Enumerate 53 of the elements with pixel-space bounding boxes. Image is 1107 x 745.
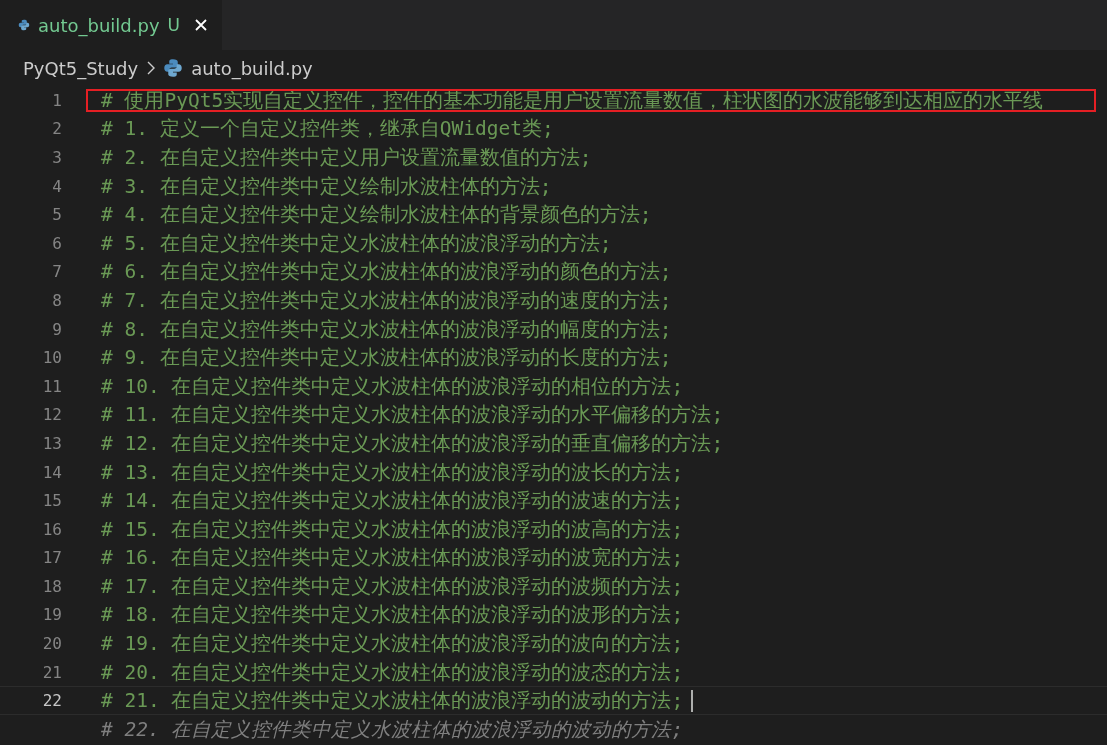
line-number: 14	[41, 462, 62, 482]
code-comment: # 18. 在自定义控件类中定义水波柱体的波浪浮动的波形的方法;	[101, 602, 684, 629]
breadcrumb-item[interactable]: PyQt5_Study	[23, 57, 139, 79]
line-number: 4	[51, 176, 62, 196]
editor-tab[interactable]: auto_build.py U	[0, 0, 222, 50]
code-comment: # 12. 在自定义控件类中定义水波柱体的波浪浮动的垂直偏移的方法;	[101, 430, 724, 457]
code-comment: # 2. 在自定义控件类中定义用户设置流量数值的方法;	[101, 145, 592, 171]
line-number: 12	[41, 405, 62, 425]
line-number: 18	[41, 576, 62, 596]
code-comment: # 21. 在自定义控件类中定义水波柱体的波浪浮动的波动的方法;	[101, 688, 684, 715]
text-cursor	[691, 689, 694, 712]
line-number: 19	[41, 605, 62, 625]
inline-suggestion: # 22. 在自定义控件类中定义水波柱体的波浪浮动的波动的方法;	[101, 716, 684, 743]
line-number: 11	[41, 376, 62, 396]
line-number: 17	[41, 548, 62, 568]
breadcrumb-item[interactable]: auto_build.py	[191, 57, 313, 79]
code-comment: # 19. 在自定义控件类中定义水波柱体的波浪浮动的波向的方法;	[101, 631, 684, 658]
code-comment: # 10. 在自定义控件类中定义水波柱体的波浪浮动的相位的方法;	[101, 373, 684, 400]
code-comment: # 14. 在自定义控件类中定义水波柱体的波浪浮动的波速的方法;	[101, 488, 684, 515]
code-comment: # 20. 在自定义控件类中定义水波柱体的波浪浮动的波态的方法;	[101, 659, 684, 686]
code-comment: # 11. 在自定义控件类中定义水波柱体的波浪浮动的水平偏移的方法;	[101, 402, 724, 429]
code-comment: # 17. 在自定义控件类中定义水波柱体的波浪浮动的波频的方法;	[101, 573, 684, 600]
code-comment: # 9. 在自定义控件类中定义水波柱体的波浪浮动的长度的方法;	[101, 345, 672, 372]
line-number: 21	[41, 662, 62, 682]
line-number: 22	[41, 691, 62, 711]
line-number: 3	[51, 148, 62, 167]
tab-label: auto_build.py	[37, 14, 160, 36]
code-comment: # 7. 在自定义控件类中定义水波柱体的波浪浮动的速度的方法;	[101, 287, 672, 314]
line-number: 9	[51, 319, 62, 339]
git-status-label: U	[167, 15, 180, 35]
line-number: 7	[51, 262, 62, 282]
line-number: 16	[41, 519, 62, 539]
code-comment: # 15. 在自定义控件类中定义水波柱体的波浪浮动的波高的方法;	[101, 516, 684, 543]
chevron-icon	[146, 61, 156, 75]
code-comment: # 1. 定义一个自定义控件类，继承自QWidget类;	[101, 116, 554, 143]
line-number: 6	[51, 233, 62, 253]
python-file-icon	[163, 58, 184, 78]
line-number: 10	[41, 348, 62, 368]
line-number: 13	[41, 433, 62, 453]
code-comment: # 13. 在自定义控件类中定义水波柱体的波浪浮动的波长的方法;	[101, 459, 684, 486]
code-comment: # 使用PyQt5实现自定义控件，控件的基本功能是用户设置流量数值，柱状图的水波能够到达相应的水平线	[101, 87, 1044, 114]
line-number: 5	[51, 205, 62, 225]
code-comment: # 4. 在自定义控件类中定义绘制水波柱体的背景颜色的方法;	[101, 202, 652, 229]
line-number: 8	[51, 290, 62, 310]
line-number: 15	[41, 491, 62, 511]
line-number: 2	[51, 119, 62, 139]
line-number: 1	[51, 90, 62, 110]
line-number: 20	[41, 634, 62, 654]
code-comment: # 16. 在自定义控件类中定义水波柱体的波浪浮动的波宽的方法;	[101, 545, 684, 572]
code-comment: # 6. 在自定义控件类中定义水波柱体的波浪浮动的颜色的方法;	[101, 259, 672, 286]
code-comment: # 8. 在自定义控件类中定义水波柱体的波浪浮动的幅度的方法;	[101, 316, 672, 343]
code-comment: # 3. 在自定义控件类中定义绘制水波柱体的方法;	[101, 173, 552, 200]
code-comment: # 5. 在自定义控件类中定义水波柱体的波浪浮动的方法;	[101, 230, 612, 257]
